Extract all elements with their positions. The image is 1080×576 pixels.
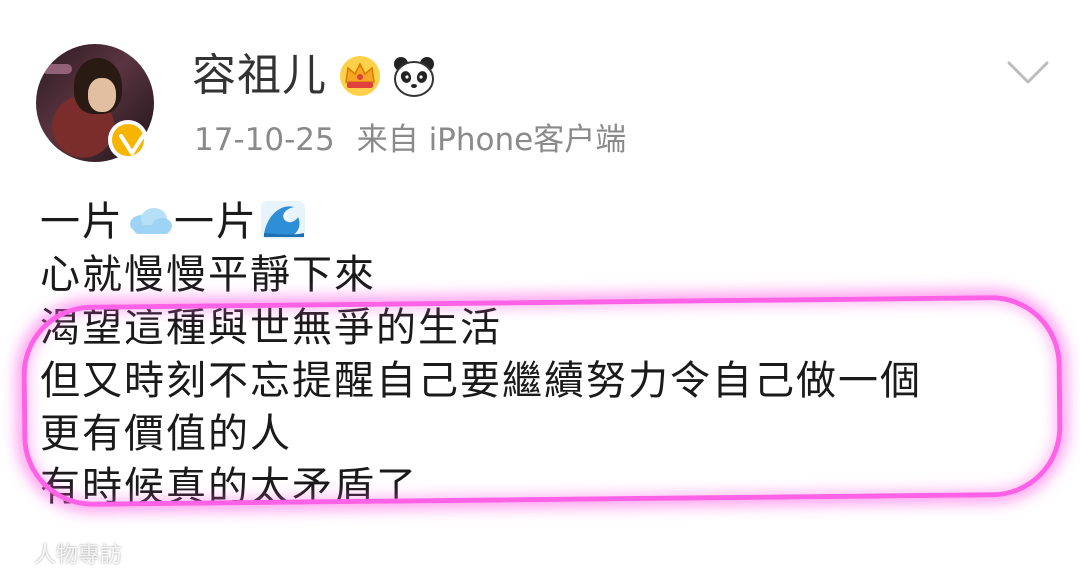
post-source[interactable]: 来自 iPhone客户端 — [357, 122, 627, 158]
post-body: 一片 一片 心就慢慢平靜下來 渴望這種與世無爭的生活 但又時刻不忘提醒自己要繼續… — [40, 196, 922, 514]
watermark: 人物專訪 — [4, 540, 122, 572]
post-line-2: 心就慢慢平靜下來 — [40, 252, 376, 298]
chevron-down-icon[interactable] — [1006, 58, 1050, 88]
crown-icon[interactable] — [336, 52, 384, 100]
post-text: 一片 — [40, 199, 124, 245]
wave-emoji-icon — [261, 201, 305, 239]
cloud-emoji-icon — [130, 208, 172, 234]
post-line-1: 一片 一片 — [40, 196, 922, 249]
avatar-face — [88, 78, 116, 112]
panda-icon[interactable] — [390, 52, 438, 100]
post-line-4: 但又時刻不忘提醒自己要繼續努力令自己做一個 — [40, 358, 922, 404]
avatar-background-light — [42, 64, 72, 74]
post-line-6: 有時候真的太矛盾了 — [40, 464, 418, 510]
post-date: 17-10-25 — [194, 122, 335, 158]
post-line-5: 更有價值的人 — [40, 411, 292, 457]
watermark-text: 人物專訪 — [34, 543, 123, 568]
post-line-3: 渴望這種與世無爭的生活 — [40, 305, 502, 351]
post-meta: 17-10-25 来自 iPhone客户端 — [194, 118, 626, 162]
username[interactable]: 容祖儿 — [192, 46, 327, 106]
watermark-logo-icon — [5, 543, 27, 565]
post-text: 一片 — [174, 199, 258, 245]
verified-v-icon — [108, 120, 148, 160]
